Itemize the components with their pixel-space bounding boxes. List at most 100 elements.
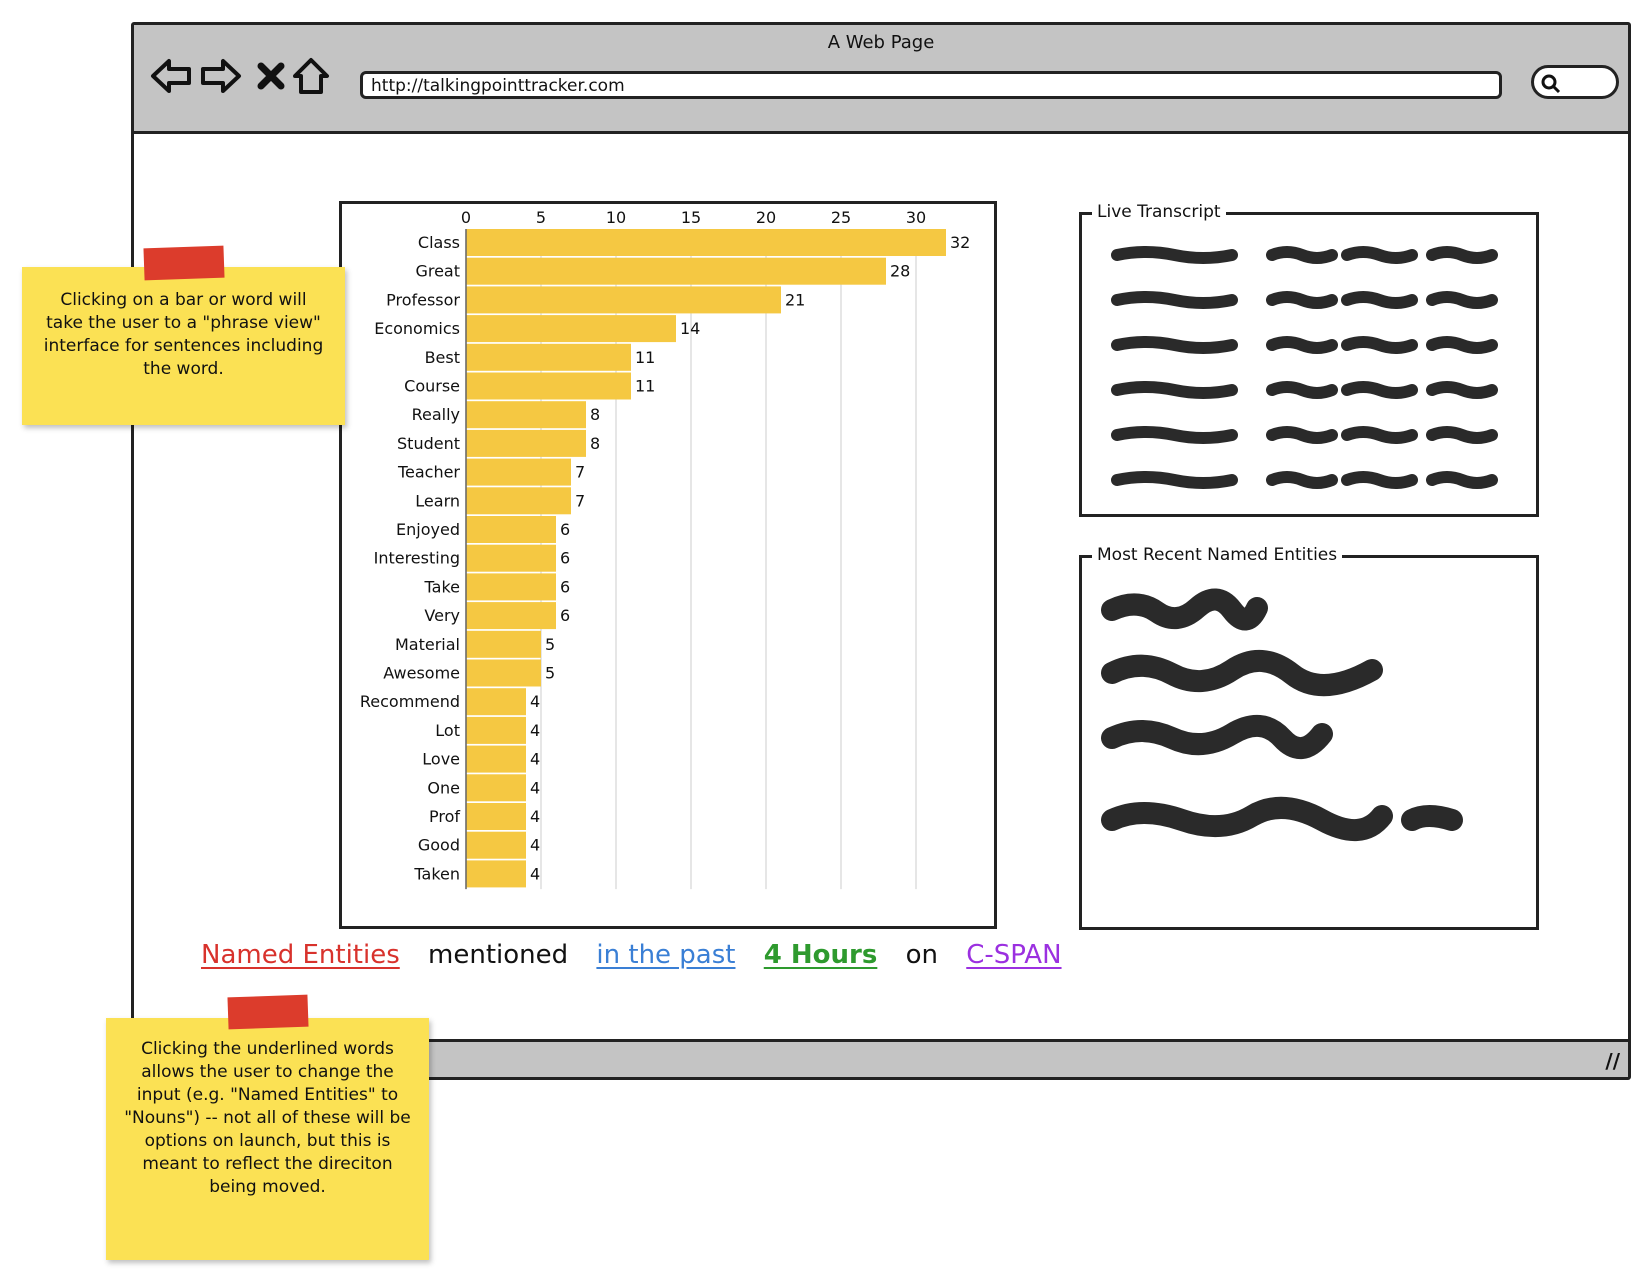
category-label[interactable]: Taken	[413, 864, 460, 883]
data-label: 6	[560, 520, 570, 539]
category-label[interactable]: Great	[415, 262, 460, 281]
category-label[interactable]: Very	[424, 606, 460, 625]
category-label[interactable]: Lot	[435, 721, 460, 740]
bar[interactable]	[466, 774, 526, 802]
resize-grip-icon[interactable]: //	[1605, 1049, 1620, 1073]
transcript-word	[1266, 426, 1338, 444]
window-title: A Web Page	[827, 32, 935, 53]
bar[interactable]	[466, 831, 526, 859]
data-label: 6	[560, 549, 570, 568]
transcript-word	[1111, 426, 1238, 444]
bar[interactable]	[466, 372, 631, 400]
category-label[interactable]: Interesting	[374, 549, 460, 568]
data-label: 4	[530, 836, 540, 855]
bar[interactable]	[466, 803, 526, 830]
bar[interactable]	[466, 688, 526, 716]
category-label[interactable]: Professor	[386, 290, 460, 309]
bar[interactable]	[466, 630, 541, 658]
category-label[interactable]: Economics	[374, 319, 460, 338]
category-label[interactable]: Recommend	[360, 692, 460, 711]
bar[interactable]	[466, 286, 781, 314]
transcript-word	[1111, 291, 1238, 309]
url-bar[interactable]: http://talkingpointtracker.com	[360, 71, 1502, 99]
category-label[interactable]: Awesome	[383, 664, 460, 683]
category-label[interactable]: Teacher	[397, 463, 460, 482]
data-label: 6	[560, 606, 570, 625]
data-label: 4	[530, 721, 540, 740]
entity-item[interactable]	[1101, 588, 1268, 631]
transcript-word	[1111, 471, 1238, 489]
bar[interactable]	[466, 429, 586, 457]
x-tick-label: 10	[606, 208, 626, 227]
bar[interactable]	[466, 659, 541, 687]
bar[interactable]	[466, 544, 556, 572]
data-label: 11	[635, 377, 655, 396]
bar[interactable]	[466, 458, 571, 486]
bar[interactable]	[466, 401, 586, 429]
bar[interactable]	[466, 487, 571, 515]
bar[interactable]	[466, 516, 556, 543]
category-label[interactable]: Love	[422, 750, 460, 769]
transcript-word	[1111, 336, 1238, 354]
category-label[interactable]: Class	[418, 233, 460, 252]
category-label[interactable]: Learn	[415, 491, 460, 510]
data-label: 14	[680, 319, 700, 338]
sticky-tape	[143, 245, 225, 281]
transcript-word	[1426, 336, 1498, 354]
channel-selector[interactable]: C-SPAN	[966, 940, 1061, 970]
bar[interactable]	[466, 229, 946, 256]
bar[interactable]	[466, 860, 526, 888]
sticky-note-underlined-words: Clicking the underlined words allows the…	[106, 994, 429, 1260]
bar[interactable]	[466, 315, 676, 343]
transcript-word	[1111, 246, 1238, 264]
forward-arrow-icon[interactable]	[198, 53, 244, 99]
category-label[interactable]: One	[427, 778, 460, 797]
sentence-text-on: on	[905, 940, 938, 970]
category-label[interactable]: Good	[418, 836, 460, 855]
data-label: 4	[530, 864, 540, 883]
note-text: Clicking on a bar or word will take the …	[43, 290, 324, 379]
live-transcript-label: Live Transcript	[1092, 202, 1226, 222]
entity-item[interactable]	[1101, 796, 1393, 842]
transcript-word	[1426, 381, 1498, 399]
bar[interactable]	[466, 343, 631, 371]
bar[interactable]	[466, 716, 526, 744]
bar[interactable]	[466, 573, 556, 601]
search-box[interactable]	[1531, 65, 1619, 99]
data-label: 8	[590, 434, 600, 453]
entity-item[interactable]	[1401, 805, 1463, 831]
entity-item[interactable]	[1101, 715, 1333, 759]
category-label[interactable]: Enjoyed	[396, 520, 460, 539]
sticky-tape	[227, 994, 309, 1030]
transcript-word	[1341, 291, 1418, 309]
data-label: 4	[530, 750, 540, 769]
category-label[interactable]: Really	[412, 405, 460, 424]
data-label: 21	[785, 290, 805, 309]
transcript-word	[1426, 291, 1498, 309]
bar[interactable]	[466, 745, 526, 773]
entity-item[interactable]	[1101, 649, 1383, 696]
back-arrow-icon[interactable]	[148, 53, 194, 99]
home-icon[interactable]	[288, 53, 334, 99]
time-mode-selector[interactable]: in the past	[596, 940, 735, 970]
transcript-word	[1266, 381, 1338, 399]
category-label[interactable]: Best	[425, 348, 460, 367]
sticky-note-phrase-view: Clicking on a bar or word will take the …	[22, 245, 345, 425]
data-label: 5	[545, 664, 555, 683]
category-label[interactable]: Student	[397, 434, 460, 453]
x-tick-label: 5	[536, 208, 546, 227]
transcript-word	[1266, 336, 1338, 354]
time-window-selector[interactable]: 4 Hours	[764, 940, 878, 970]
title-bar: A Web Page http://talkingpointtracker.co…	[134, 25, 1628, 134]
entity-type-selector[interactable]: Named Entities	[201, 940, 400, 970]
bar-chart-svg: 0 5 10 15 20 25 30 Class 32 Great 28 Professor 21 Eco…	[360, 208, 970, 890]
category-label[interactable]: Take	[424, 577, 460, 596]
category-label[interactable]: Course	[404, 377, 460, 396]
bar[interactable]	[466, 257, 886, 285]
bar[interactable]	[466, 602, 556, 630]
word-frequency-chart: 0 5 10 15 20 25 30 Class 32 Great 28 Professor 21 Eco…	[339, 201, 997, 929]
data-label: 11	[635, 348, 655, 367]
category-label[interactable]: Material	[395, 635, 460, 654]
data-label: 8	[590, 405, 600, 424]
category-label[interactable]: Prof	[429, 807, 460, 826]
